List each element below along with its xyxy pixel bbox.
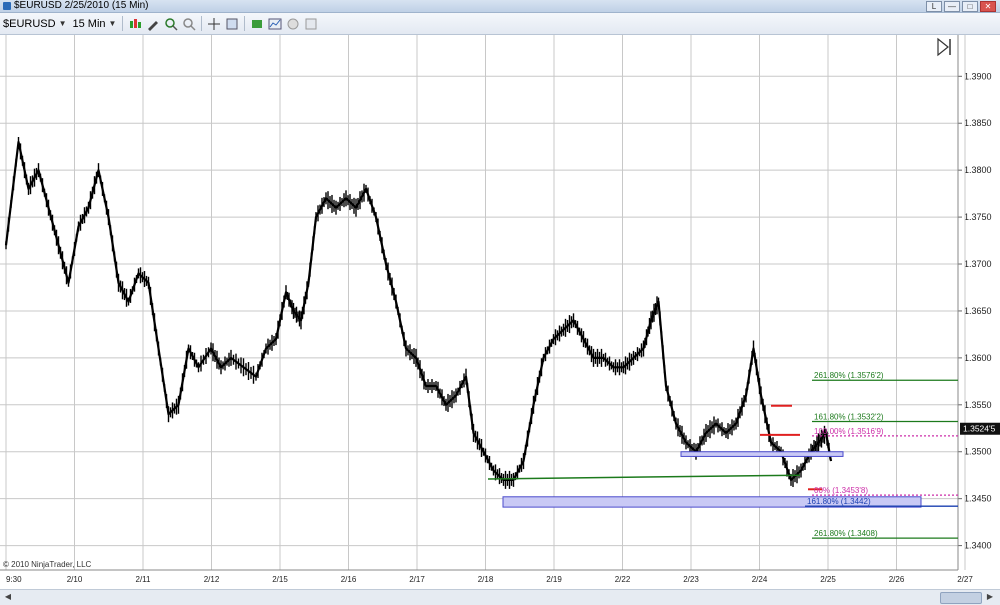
maximize-button[interactable]: □ — [962, 1, 978, 12]
period-label: 15 Min — [72, 17, 106, 30]
scroll-left-icon[interactable]: ◀ — [2, 591, 14, 603]
chevron-down-icon: ▼ — [108, 19, 117, 28]
chevron-down-icon: ▼ — [58, 19, 67, 28]
period-selector[interactable]: 15 Min ▼ — [70, 15, 120, 32]
y-tick-label: 1.3850 — [964, 118, 992, 128]
y-tick-label: 1.3600 — [964, 353, 992, 363]
trend-line — [487, 474, 801, 480]
fib-level-label: 261.80% (1.3576'2) — [814, 371, 884, 380]
x-tick-label: 2/23 — [683, 575, 699, 584]
strategy-icon[interactable] — [250, 17, 264, 31]
drawing-tool-icon[interactable] — [146, 17, 160, 31]
x-tick-label: 2/16 — [341, 575, 357, 584]
window-title: $EURUSD 2/25/2010 (15 Min) — [14, 0, 149, 11]
y-tick-label: 1.3650 — [964, 306, 992, 316]
y-tick-label: 1.3450 — [964, 494, 992, 504]
scroll-right-icon[interactable]: ▶ — [984, 591, 996, 603]
bar-type-icon[interactable] — [128, 17, 142, 31]
toolbar-divider — [122, 16, 124, 31]
toolbar-divider — [201, 16, 203, 31]
play-icon — [937, 37, 949, 57]
indicator-icon[interactable] — [268, 17, 282, 31]
properties-icon[interactable] — [225, 17, 239, 31]
x-tick-label: 2/11 — [136, 575, 152, 584]
copyright-text: © 2010 NinjaTrader, LLC — [3, 560, 92, 569]
x-tick-label: 2/10 — [67, 575, 83, 584]
y-tick-label: 1.3500 — [964, 447, 992, 457]
scrollbar-thumb[interactable] — [940, 592, 982, 604]
fib-level-label: 261.80% (1.3408) — [814, 529, 878, 538]
window-titlebar[interactable]: $EURUSD 2/25/2010 (15 Min) L — □ ✕ — [0, 0, 1000, 13]
crosshair-icon[interactable] — [207, 17, 221, 31]
y-tick-label: 1.3400 — [964, 541, 992, 551]
zoom-out-icon[interactable] — [182, 17, 196, 31]
fib-level-label: 161.80% (1.3442) — [807, 497, 871, 506]
x-tick-label: 2/22 — [615, 575, 631, 584]
y-tick-label: 1.3750 — [964, 212, 992, 222]
x-tick-label: 2/15 — [272, 575, 288, 584]
y-tick-label: 1.3700 — [964, 259, 992, 269]
fib-level-label: 100.00% (1.3516'9) — [814, 427, 884, 436]
pan-icon[interactable] — [304, 17, 318, 31]
minimize-button[interactable]: — — [944, 1, 960, 12]
x-tick-label: 2/19 — [546, 575, 562, 584]
price-chart[interactable]: 1.3900 1.3850 1.3800 1.3750 1.3700 1.3650 1.36… — [0, 35, 1000, 589]
y-tick-label: 1.3550 — [964, 400, 992, 410]
data-box-icon[interactable] — [286, 17, 300, 31]
x-tick-label: 2/25 — [820, 575, 836, 584]
x-tick-label: 2/18 — [478, 575, 494, 584]
y-tick-label: 1.3800 — [964, 165, 992, 175]
close-button[interactable]: ✕ — [980, 1, 996, 12]
current-price-text: 1.3524'5 — [963, 424, 996, 434]
fib-level-label: 00% (1.3453'8) — [814, 486, 868, 495]
app-icon — [3, 2, 11, 10]
support-zone-upper — [680, 451, 844, 457]
x-tick-label: 2/24 — [752, 575, 768, 584]
x-tick-label: 2/17 — [409, 575, 425, 584]
horizontal-scrollbar[interactable]: ◀ ▶ — [0, 589, 1000, 605]
fib-level-label: 161.80% (1.3532'2) — [814, 413, 884, 422]
y-tick-label: 1.3900 — [964, 71, 992, 81]
zoom-in-icon[interactable] — [164, 17, 178, 31]
chart-panel[interactable]: 1.3900 1.3850 1.3800 1.3750 1.3700 1.3650 1.36… — [0, 35, 1000, 604]
x-tick-label: 9:30 — [6, 575, 22, 584]
x-tick-label: 2/12 — [204, 575, 220, 584]
x-tick-label: 2/27 — [957, 575, 973, 584]
instrument-label: $EURUSD — [3, 17, 56, 30]
link-button[interactable]: L — [926, 1, 942, 12]
instrument-selector[interactable]: $EURUSD ▼ — [0, 15, 70, 32]
x-tick-label: 2/26 — [889, 575, 905, 584]
toolbar-divider — [244, 16, 246, 31]
chart-toolbar: $EURUSD ▼ 15 Min ▼ — [0, 13, 1000, 35]
